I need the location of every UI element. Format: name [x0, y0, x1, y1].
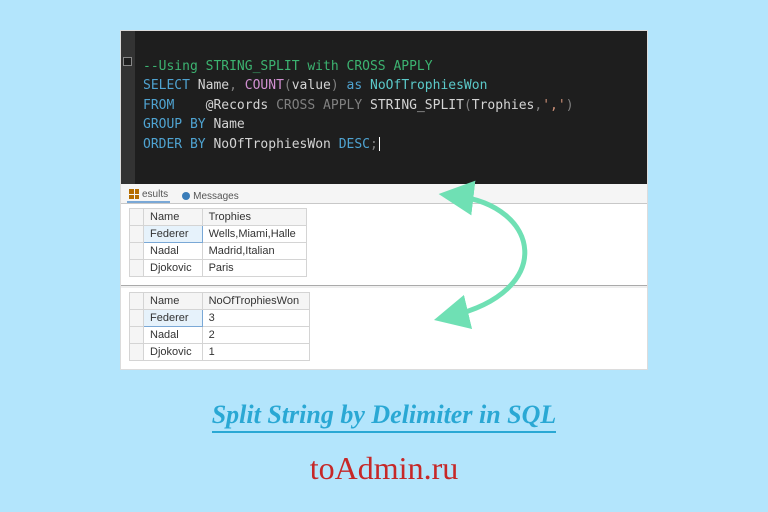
paren: ) [331, 78, 339, 93]
tab-results[interactable]: esults [127, 188, 170, 203]
cell-value[interactable]: Wells,Miami,Halle [202, 225, 306, 242]
tbl-records: @Records [206, 98, 269, 113]
col-name: Name [213, 117, 244, 132]
cell-value[interactable]: Paris [202, 259, 306, 276]
tab-messages[interactable]: Messages [180, 190, 241, 203]
table-row[interactable]: Djokovic1 [130, 343, 310, 360]
results-tabstrip: esults Messages [121, 184, 647, 204]
code-lines: --Using STRING_SPLIT with CROSS APPLY SE… [143, 37, 639, 174]
tab-messages-label: Messages [193, 191, 239, 202]
cell-name[interactable]: Nadal [144, 242, 203, 259]
paren: ( [284, 78, 292, 93]
cell-name[interactable]: Djokovic [144, 259, 203, 276]
ws [174, 98, 197, 113]
column-header[interactable]: Trophies [202, 208, 306, 225]
kw-apply: APPLY [323, 98, 362, 113]
sql-editor[interactable]: --Using STRING_SPLIT with CROSS APPLY SE… [121, 31, 647, 184]
paren: ( [464, 98, 472, 113]
watermark: toAdmin.ru [0, 450, 768, 487]
editor-gutter [121, 31, 135, 184]
pane-divider[interactable] [121, 285, 647, 288]
cell-name[interactable]: Djokovic [144, 343, 203, 360]
table-row[interactable]: FedererWells,Miami,Halle [130, 225, 307, 242]
cell-value[interactable]: 2 [202, 326, 309, 343]
table-row[interactable]: Federer3 [130, 309, 310, 326]
alias: NoOfTrophiesWon [370, 78, 487, 93]
table-row[interactable]: NadalMadrid,Italian [130, 242, 307, 259]
table-row[interactable]: Nadal2 [130, 326, 310, 343]
cell-value[interactable]: 3 [202, 309, 309, 326]
cell-name[interactable]: Federer [144, 225, 203, 242]
kw-select: SELECT [143, 78, 190, 93]
kw-order: ORDER [143, 137, 182, 152]
caption-text: Split String by Delimiter in SQL [212, 400, 557, 433]
col-value: value [292, 78, 331, 93]
table-row[interactable]: DjokovicParis [130, 259, 307, 276]
kw-group: GROUP [143, 117, 182, 132]
text-cursor [379, 137, 380, 151]
delim: , [550, 98, 558, 113]
results-icon [129, 189, 139, 199]
kw-from: FROM [143, 98, 174, 113]
kw-as: as [347, 78, 363, 93]
screenshot-card: --Using STRING_SPLIT with CROSS APPLY SE… [120, 30, 648, 370]
comma: , [229, 78, 237, 93]
paren: ) [566, 98, 574, 113]
results-pane: esults Messages NameTrophiesFedererWells… [121, 184, 647, 361]
kw-by: BY [190, 117, 206, 132]
column-header[interactable]: NoOfTrophiesWon [202, 292, 309, 309]
column-header[interactable]: Name [144, 208, 203, 225]
col-name: Name [198, 78, 229, 93]
fn-stringsplit: STRING_SPLIT [370, 98, 464, 113]
fn-count: COUNT [245, 78, 284, 93]
kw-by: BY [190, 137, 206, 152]
cell-value[interactable]: Madrid,Italian [202, 242, 306, 259]
quote: ' [542, 98, 550, 113]
tab-results-label: esults [142, 189, 168, 200]
col-alias: NoOfTrophiesWon [213, 137, 330, 152]
result-table-1[interactable]: NameTrophiesFedererWells,Miami,HalleNada… [129, 208, 307, 277]
collapse-icon[interactable] [123, 57, 132, 66]
sql-comment: --Using STRING_SPLIT with CROSS APPLY [143, 59, 433, 74]
arg-trophies: Trophies [472, 98, 535, 113]
result-table-2[interactable]: NameNoOfTrophiesWonFederer3Nadal2Djokovi… [129, 292, 310, 361]
kw-desc: DESC [339, 137, 370, 152]
column-header[interactable]: Name [144, 292, 203, 309]
kw-cross: CROSS [276, 98, 315, 113]
semi: ; [370, 137, 378, 152]
messages-icon [182, 192, 190, 200]
quote: ' [558, 98, 566, 113]
cell-name[interactable]: Nadal [144, 326, 203, 343]
caption: Split String by Delimiter in SQL [0, 400, 768, 430]
cell-name[interactable]: Federer [144, 309, 203, 326]
cell-value[interactable]: 1 [202, 343, 309, 360]
